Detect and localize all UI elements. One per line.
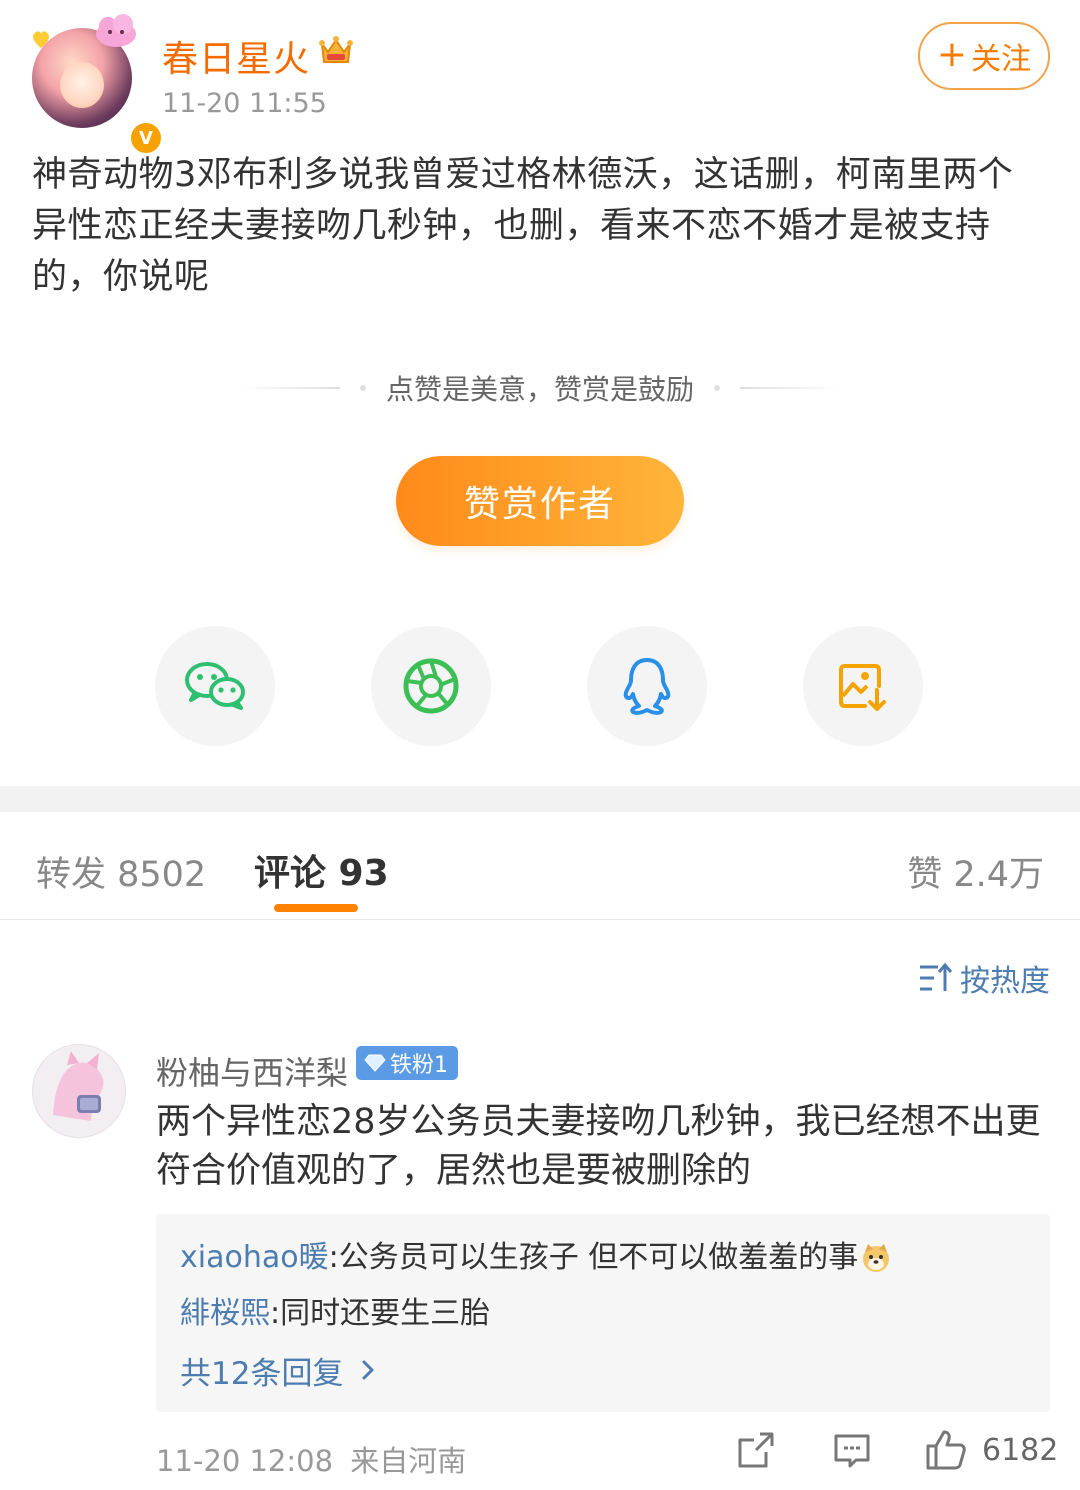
thumbs-up-icon xyxy=(926,1430,966,1470)
crown-vip-icon xyxy=(319,36,353,63)
fan-level-badge: 铁粉1 xyxy=(356,1046,458,1080)
view-all-replies-link[interactable]: 共12条回复 xyxy=(180,1342,1026,1398)
reply-user[interactable]: 緋桜熙 xyxy=(180,1294,270,1334)
reply-item: xiaohao暖: 公务员可以生孩子 但不可以做羞羞的事 xyxy=(180,1230,1026,1286)
heart-sticker-icon xyxy=(33,31,49,48)
reward-tagline-text: 点赞是美意，赞赏是鼓励 xyxy=(385,373,694,406)
avatar-face xyxy=(60,62,104,108)
author-avatar[interactable]: V xyxy=(32,14,164,156)
repost-comment-button[interactable] xyxy=(736,1430,776,1470)
comment-actions: 6182 xyxy=(0,1428,1080,1478)
cloud-sticker-icon xyxy=(96,14,136,47)
reply-colon: : xyxy=(270,1296,281,1331)
reply-count-text: 共12条回复 xyxy=(180,1355,344,1392)
fan-level-text: 铁粉1 xyxy=(390,1053,448,1078)
tab-repost[interactable]: 转发 8502 xyxy=(36,846,206,897)
share-out-icon xyxy=(738,1432,774,1468)
follow-button[interactable]: + 关注 xyxy=(918,22,1050,90)
like-count: 6182 xyxy=(982,1432,1059,1468)
reply-text: 公务员可以生孩子 但不可以做羞羞的事 xyxy=(338,1240,859,1275)
share-wechat-button[interactable] xyxy=(155,626,275,746)
sort-icon xyxy=(920,962,953,991)
share-moments-button[interactable] xyxy=(371,626,491,746)
reply-item: 緋桜熙: 同时还要生三胎 xyxy=(180,1286,1026,1342)
avatar-illustration xyxy=(53,1051,104,1121)
follow-label: 关注 xyxy=(971,42,1032,77)
section-divider xyxy=(0,786,1080,812)
sort-toggle[interactable]: 按热度 xyxy=(918,956,1050,1000)
post-timestamp: 11-20 11:55 xyxy=(162,88,327,119)
sort-label: 按热度 xyxy=(960,964,1050,999)
chevron-right-icon xyxy=(362,1360,374,1380)
like-comment-button[interactable]: 6182 xyxy=(924,1428,1058,1472)
doge-emoji-icon xyxy=(863,1244,890,1272)
tab-like[interactable]: 赞 2.4万 xyxy=(907,846,1044,897)
post-text: 神奇动物3邓布利多说我曾爱过格林德沃，这话删，柯南里两个异性恋正经夫妻接吻几秒钟… xyxy=(32,155,1014,297)
share-row xyxy=(0,626,1080,746)
commenter-name[interactable]: 粉柚与西洋梨 xyxy=(156,1048,348,1094)
save-image-icon xyxy=(839,664,886,711)
divider-line-right xyxy=(740,387,840,389)
tab-comment[interactable]: 评论 93 xyxy=(254,844,389,896)
divider-dot-right xyxy=(714,385,720,391)
divider-dot-left xyxy=(359,385,366,391)
author-name[interactable]: 春日星火 xyxy=(162,30,310,82)
reply-text: 同时还要生三胎 xyxy=(280,1296,491,1331)
interaction-tabs: 转发 8502 评论 93 赞 2.4万 xyxy=(0,812,1080,920)
active-tab-indicator xyxy=(274,904,358,912)
divider-line-left xyxy=(239,387,340,389)
diamond-icon xyxy=(364,1054,386,1072)
save-image-button[interactable] xyxy=(803,626,923,746)
qq-icon xyxy=(623,658,671,715)
wechat-icon xyxy=(185,662,245,710)
reply-colon: : xyxy=(328,1240,339,1275)
reply-user[interactable]: xiaohao暖 xyxy=(180,1238,329,1278)
reply-preview-box[interactable]: xiaohao暖: 公务员可以生孩子 但不可以做羞羞的事 緋桜熙: 同时还要生三… xyxy=(156,1214,1050,1412)
comment-bubble-icon xyxy=(834,1434,870,1468)
share-qq-button[interactable] xyxy=(587,626,707,746)
comment-text: 两个异性恋28岁公务员夫妻接吻几秒钟，我已经想不出更符合价值观的了，居然也是要被… xyxy=(156,1102,1041,1191)
commenter-avatar[interactable] xyxy=(32,1044,126,1138)
post-header: V 春日星火 11-20 11:55 + 关注 xyxy=(0,0,1080,156)
reward-author-button[interactable]: 赞赏作者 xyxy=(396,456,684,546)
reply-comment-button[interactable] xyxy=(832,1430,872,1470)
reward-tagline: 点赞是美意，赞赏是鼓励 xyxy=(0,368,1080,408)
moments-icon xyxy=(403,658,459,714)
plus-icon: + xyxy=(936,34,968,75)
